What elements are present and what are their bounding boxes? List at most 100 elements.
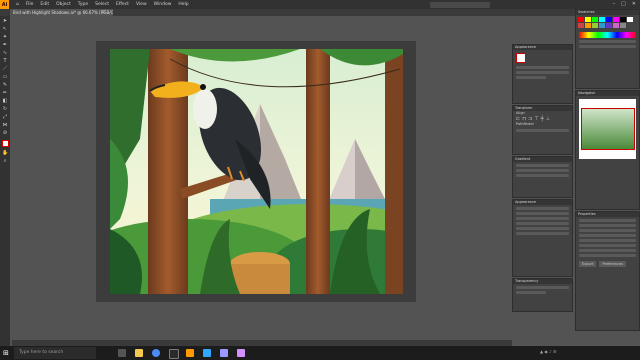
type-tool-icon[interactable]: T <box>2 58 8 64</box>
swatch[interactable] <box>592 23 598 28</box>
transparency-panel: Transparency <box>512 278 573 312</box>
swatch[interactable] <box>613 23 619 28</box>
align-middle-icon[interactable]: ╪ <box>541 116 544 122</box>
swatch[interactable] <box>585 23 591 28</box>
eyedropper-icon[interactable]: ⊘ <box>2 130 8 136</box>
appearance-row[interactable] <box>516 222 569 225</box>
panel-row <box>516 76 546 79</box>
preferences-button[interactable]: Preferences <box>599 261 627 267</box>
panel-header[interactable]: Appearance <box>513 200 572 205</box>
selection-tool-icon[interactable]: ➤ <box>2 18 8 24</box>
aftereffects-icon[interactable] <box>237 349 245 357</box>
minimize-icon[interactable]: – <box>613 1 616 7</box>
appearance-row[interactable] <box>516 212 569 215</box>
document-tab[interactable]: Bird with Highlight Shadows.ai* @ 66.67%… <box>10 9 113 16</box>
panel-header[interactable]: Properties <box>576 212 639 217</box>
swatch[interactable] <box>620 23 626 28</box>
appearance-row[interactable] <box>516 217 569 220</box>
swatch[interactable] <box>627 23 633 28</box>
close-icon[interactable]: ✕ <box>632 1 636 7</box>
taskbar-search-input[interactable]: Type here to search <box>14 347 96 359</box>
artboard[interactable] <box>110 49 403 294</box>
paintbrush-icon[interactable]: ✎ <box>2 82 8 88</box>
swatch[interactable] <box>613 17 619 22</box>
width-tool-icon[interactable]: ⋈ <box>2 122 8 128</box>
file-explorer-icon[interactable] <box>135 349 143 357</box>
menu-type[interactable]: Type <box>78 2 88 7</box>
rotate-tool-icon[interactable]: ↻ <box>2 106 8 112</box>
align-top-icon[interactable]: ⊤ <box>534 116 538 122</box>
align-bottom-icon[interactable]: ⊥ <box>546 116 550 122</box>
illustrator-icon[interactable] <box>186 349 194 357</box>
opacity-field[interactable] <box>516 291 546 294</box>
appearance-quick-panel: Appearance <box>512 44 573 104</box>
maximize-icon[interactable]: □ <box>621 1 626 7</box>
navigator-thumbnail[interactable] <box>579 99 636 159</box>
panel-row <box>579 40 636 43</box>
properties-panel: Properties Export Preferences <box>575 211 640 331</box>
appearance-panel: Appearance <box>512 199 573 277</box>
swatch[interactable] <box>578 17 584 22</box>
swatch[interactable] <box>578 23 584 28</box>
menu-window[interactable]: Window <box>154 2 172 7</box>
menu-effect[interactable]: Effect <box>116 2 129 7</box>
magic-wand-icon[interactable]: ✦ <box>2 34 8 40</box>
blend-mode-select[interactable] <box>516 286 569 289</box>
windows-start-icon[interactable]: ⊞ <box>3 349 9 357</box>
menu-object[interactable]: Object <box>56 2 71 7</box>
hand-tool-icon[interactable]: ✋ <box>2 150 8 156</box>
panel-header[interactable]: Gradient <box>513 157 572 162</box>
menu-help[interactable]: Help <box>178 2 188 7</box>
swatch[interactable] <box>592 17 598 22</box>
color-spectrum[interactable] <box>579 32 636 38</box>
panel-header[interactable]: Transparency <box>513 279 572 284</box>
menu-edit[interactable]: Edit <box>40 2 49 7</box>
fill-swatch[interactable] <box>2 140 9 147</box>
tab-close-icon[interactable]: × <box>102 9 106 16</box>
rectangle-tool-icon[interactable]: ▭ <box>2 74 8 80</box>
panel-row <box>579 219 636 222</box>
swatch[interactable] <box>627 17 633 22</box>
tools-panel: ➤ ↖ ✦ ✒ ∿ T ／ ▭ ✎ ✏ ◧ ↻ ⤢ ⋈ ⊘ ✋ ⌕ <box>0 16 10 346</box>
panel-row <box>516 174 569 177</box>
transform-panel: Transform Align ⊏ ⊓ ⊐ ⊤ ╪ ⊥ Pathfinder <box>512 105 573 155</box>
zoom-tool-icon[interactable]: ⌕ <box>2 158 8 164</box>
fill-color-swatch[interactable] <box>516 53 526 63</box>
pen-tool-icon[interactable]: ✒ <box>2 42 8 48</box>
swatch[interactable] <box>606 23 612 28</box>
appearance-row[interactable] <box>516 207 569 210</box>
chrome-icon[interactable] <box>152 349 160 357</box>
swatches-panel: Swatches <box>575 9 640 89</box>
pencil-icon[interactable]: ✏ <box>2 90 8 96</box>
panel-row <box>516 169 569 172</box>
panel-header[interactable]: Navigator <box>576 91 639 96</box>
export-button[interactable]: Export <box>579 261 597 267</box>
app-icon[interactable] <box>169 349 179 359</box>
eraser-icon[interactable]: ◧ <box>2 98 8 104</box>
menu-select[interactable]: Select <box>95 2 109 7</box>
home-icon[interactable]: ⌂ <box>16 2 19 7</box>
premiere-icon[interactable] <box>220 349 228 357</box>
panel-row <box>516 164 569 167</box>
curvature-tool-icon[interactable]: ∿ <box>2 50 8 56</box>
swatch[interactable] <box>599 17 605 22</box>
menu-file[interactable]: File <box>26 2 34 7</box>
navigator-panel: Navigator <box>575 90 640 210</box>
swatch-grid <box>576 15 639 30</box>
swatch[interactable] <box>606 17 612 22</box>
menu-view[interactable]: View <box>136 2 147 7</box>
direct-selection-icon[interactable]: ↖ <box>2 26 8 32</box>
scale-tool-icon[interactable]: ⤢ <box>2 114 8 120</box>
appearance-row[interactable] <box>516 232 569 235</box>
photoshop-icon[interactable] <box>203 349 211 357</box>
line-tool-icon[interactable]: ／ <box>2 66 8 72</box>
task-view-icon[interactable] <box>118 349 126 357</box>
illustrator-logo[interactable]: Ai <box>0 0 9 9</box>
swatch[interactable] <box>620 17 626 22</box>
help-search-input[interactable] <box>430 1 490 8</box>
appearance-row[interactable] <box>516 227 569 230</box>
swatch[interactable] <box>599 23 605 28</box>
panel-row <box>516 129 569 132</box>
panel-row <box>579 234 636 237</box>
swatch[interactable] <box>585 17 591 22</box>
